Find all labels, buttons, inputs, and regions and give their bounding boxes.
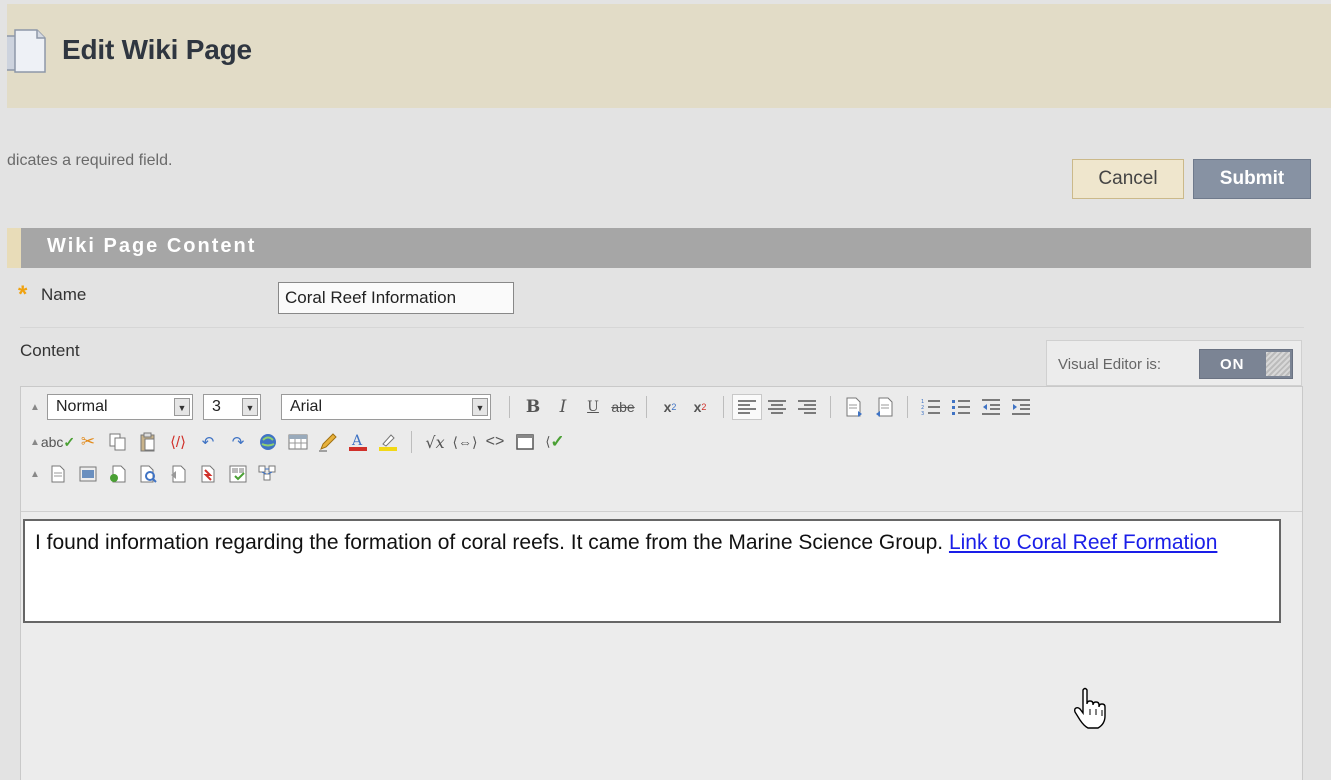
insert-table-icon[interactable]	[283, 429, 313, 455]
copy-icon[interactable]	[103, 429, 133, 455]
format-select[interactable]: Normal ▼	[47, 394, 193, 420]
name-label: Name	[41, 285, 87, 304]
align-right-icon[interactable]	[792, 394, 822, 420]
page-icon	[7, 29, 46, 73]
insert-file-icon[interactable]	[839, 394, 869, 420]
font-size-value: 3	[212, 398, 221, 415]
page-title: Edit Wiki Page	[62, 34, 252, 65]
spellcheck-button[interactable]: abc ✓	[40, 429, 75, 455]
page-header: Edit Wiki Page	[7, 4, 1331, 109]
toolbar-row-2: ▲ abc ✓ ✂ ⟨/⟩ ↶ ↷ A √x ⟨⇔⟩ <> ⟨ ✓	[21, 428, 570, 456]
mashup-icon[interactable]	[253, 461, 283, 487]
outdent-icon[interactable]	[976, 394, 1006, 420]
svg-text:3: 3	[921, 411, 924, 416]
toolbar-separator	[723, 396, 724, 418]
attach-file-icon[interactable]	[43, 461, 73, 487]
font-family-select[interactable]: Arial ▼	[281, 394, 491, 420]
toolbar-separator	[907, 396, 908, 418]
pencil-icon[interactable]	[313, 429, 343, 455]
cut-icon[interactable]: ✂	[73, 429, 103, 455]
chevron-down-icon: ▼	[472, 398, 488, 416]
coral-reef-formation-link[interactable]: Link to Coral Reef Formation	[949, 531, 1217, 554]
math-equation-icon[interactable]: √x	[420, 429, 450, 455]
insert-image-icon[interactable]	[73, 461, 103, 487]
redo-icon[interactable]: ↷	[223, 429, 253, 455]
shockwave-icon[interactable]	[193, 461, 223, 487]
toolbar-separator	[646, 396, 647, 418]
font-family-value: Arial	[290, 398, 323, 415]
section-header: Wiki Page Content	[7, 228, 1311, 268]
template-icon[interactable]	[223, 461, 253, 487]
format-select-value: Normal	[56, 398, 108, 415]
underline-button[interactable]: U	[578, 394, 608, 420]
strikethrough-button[interactable]: abe	[608, 394, 638, 420]
numbered-list-icon[interactable]: 123	[916, 394, 946, 420]
section-accent	[7, 228, 21, 268]
visual-editor-state: ON	[1220, 356, 1245, 373]
toolbar-row-1: ▲ Normal ▼ 3 ▼ Arial ▼ B I U abe x 2 x 2…	[21, 393, 1036, 421]
remove-format-icon[interactable]: ⟨/⟩	[163, 429, 193, 455]
fullscreen-icon[interactable]	[510, 429, 540, 455]
row-divider	[20, 327, 1304, 328]
submit-button[interactable]: Submit	[1193, 159, 1311, 199]
bold-button[interactable]: B	[518, 394, 548, 420]
italic-button[interactable]: I	[548, 394, 578, 420]
font-color-icon[interactable]: A	[343, 429, 373, 455]
toggle-knob	[1266, 352, 1290, 376]
bulleted-list-icon[interactable]	[946, 394, 976, 420]
toolbar-row-3: ▲	[21, 460, 283, 488]
collapse-row-icon[interactable]: ▲	[27, 402, 43, 413]
toolbar-separator	[830, 396, 831, 418]
font-size-select[interactable]: 3 ▼	[203, 394, 261, 420]
rich-text-editor: ▲ Normal ▼ 3 ▼ Arial ▼ B I U abe x 2 x 2…	[20, 386, 1303, 780]
insert-link-icon[interactable]	[253, 429, 283, 455]
align-center-icon[interactable]	[762, 394, 792, 420]
toolbar-separator	[411, 431, 412, 453]
html-source-icon[interactable]: <>	[480, 429, 510, 455]
insert-media-icon[interactable]	[103, 461, 133, 487]
required-star-icon: *	[18, 281, 28, 308]
flash-icon[interactable]	[163, 461, 193, 487]
content-label: Content	[20, 341, 80, 360]
spellcheck-label: abc	[40, 434, 64, 450]
editor-body-text: I found information regarding the format…	[35, 531, 949, 554]
visual-editor-panel: Visual Editor is: ON	[1046, 340, 1302, 386]
chevron-down-icon: ▼	[174, 398, 190, 416]
spellcheck-check-icon[interactable]: ⟨ ✓	[540, 429, 570, 455]
editor-text-area[interactable]: I found information regarding the format…	[23, 519, 1281, 623]
cancel-button[interactable]: Cancel	[1072, 159, 1184, 199]
align-left-icon[interactable]	[732, 394, 762, 420]
page: Edit Wiki Page dicates a required field.…	[0, 0, 1331, 780]
visual-editor-toggle[interactable]: ON	[1199, 349, 1293, 379]
required-field-note: dicates a required field.	[7, 152, 173, 169]
undo-icon[interactable]: ↶	[193, 429, 223, 455]
collapse-row-icon[interactable]: ▲	[27, 469, 43, 480]
superscript-button[interactable]: x2	[685, 394, 715, 420]
paste-file-icon[interactable]	[869, 394, 899, 420]
embed-mashup-icon[interactable]: ⟨⇔⟩	[450, 429, 480, 455]
paste-icon[interactable]	[133, 429, 163, 455]
preview-icon[interactable]	[133, 461, 163, 487]
section-title: Wiki Page Content	[47, 235, 257, 257]
highlight-color-icon[interactable]	[373, 429, 403, 455]
subscript-button[interactable]: x2	[655, 394, 685, 420]
hand-cursor-icon	[1073, 687, 1106, 729]
chevron-down-icon: ▼	[242, 398, 258, 416]
name-input[interactable]	[278, 282, 514, 314]
editor-toolbar: ▲ Normal ▼ 3 ▼ Arial ▼ B I U abe x 2 x 2…	[21, 387, 1302, 512]
visual-editor-label: Visual Editor is:	[1058, 356, 1162, 373]
toolbar-separator	[509, 396, 510, 418]
svg-text:A: A	[351, 433, 363, 449]
indent-icon[interactable]	[1006, 394, 1036, 420]
